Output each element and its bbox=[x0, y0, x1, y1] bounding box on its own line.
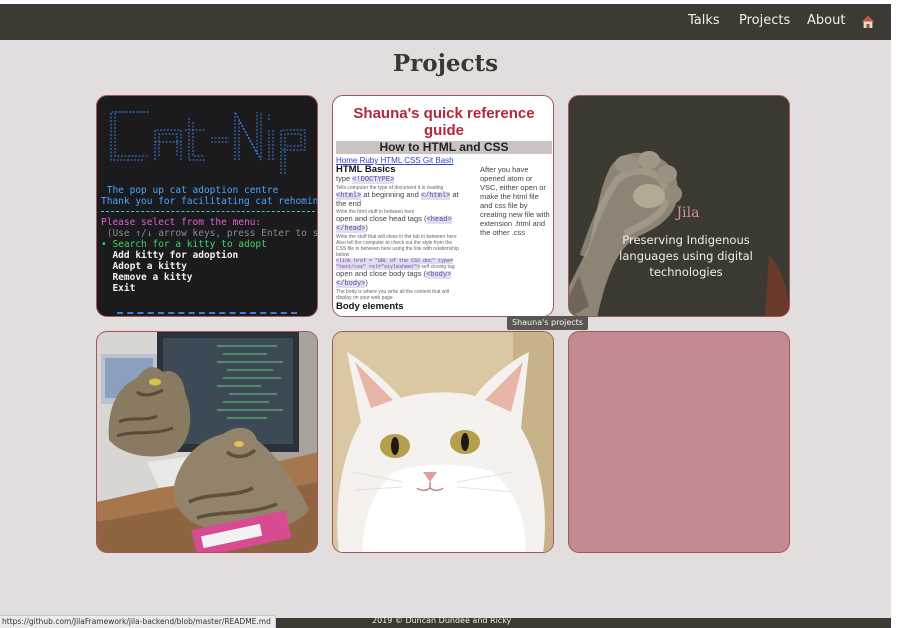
catnip-ascii-logo bbox=[110, 111, 306, 174]
reference-line: </head>) bbox=[336, 223, 368, 233]
catnip-hint: (Use ↑/↓ arrow keys, press Enter to sel bbox=[101, 228, 318, 239]
reference-line: type <!DOCTYPE> bbox=[336, 174, 395, 184]
reference-line: open and close body tags (<body> bbox=[336, 268, 452, 279]
white-cat-photo bbox=[333, 332, 553, 552]
footer-copyright: 2019 © Duncan Dundee and Ricky bbox=[372, 616, 512, 625]
project-card-white-cat[interactable] bbox=[332, 331, 554, 553]
reference-title: Shauna's quick reference guide bbox=[353, 105, 535, 139]
catnip-separator bbox=[101, 211, 315, 212]
reference-right-column: After you have opened atom or VSC, eithe… bbox=[480, 165, 550, 237]
catnip-subtitle: The pop up cat adoption centre bbox=[101, 185, 279, 196]
catnip-option: Adopt a kitty bbox=[101, 261, 187, 272]
catnip-option: Exit bbox=[101, 283, 136, 294]
reference-line: the end bbox=[336, 199, 362, 208]
project-card-jila[interactable]: Jila Preserving Indigenous languages usi… bbox=[568, 95, 790, 317]
project-card-catnip[interactable]: The pop up cat adoption centre Thank you… bbox=[96, 95, 318, 317]
home-icon[interactable] bbox=[861, 15, 875, 29]
jila-name: Jila bbox=[676, 205, 700, 221]
project-card-cats-desk[interactable] bbox=[96, 331, 318, 553]
reference-band-text: How to HTML and CSS bbox=[379, 140, 509, 154]
window-edge bbox=[891, 0, 898, 628]
navbar: Talks Projects About bbox=[0, 4, 891, 40]
nav-about-link[interactable]: About bbox=[807, 13, 845, 28]
reference-band: How to HTML and CSS bbox=[336, 141, 552, 154]
nav-talks-link[interactable]: Talks bbox=[688, 13, 720, 28]
catnip-ascii-bottom bbox=[117, 312, 297, 314]
catnip-option: Add kitty for adoption bbox=[101, 250, 239, 261]
nav-projects-link[interactable]: Projects bbox=[739, 13, 790, 28]
reference-heading-basics: HTML Basics bbox=[336, 164, 396, 175]
reference-line: open and close head tags (<head> bbox=[336, 213, 452, 224]
reference-note: Write the stuff that will show in the ta… bbox=[336, 233, 457, 240]
tooltip: Shauna's projects bbox=[507, 316, 588, 330]
page: Talks Projects About Projects The pop up… bbox=[0, 4, 891, 628]
tabby-cats-photo bbox=[97, 332, 317, 552]
project-card-placeholder[interactable] bbox=[568, 331, 790, 553]
reference-line: </body>) bbox=[336, 278, 368, 288]
reference-note: CSS file in between here using the link … bbox=[336, 245, 459, 252]
page-title: Projects bbox=[392, 50, 499, 77]
status-bar-url: https://github.com/JilaFramework/jila-ba… bbox=[0, 615, 276, 628]
reference-heading-elements: Body elements bbox=[336, 300, 404, 312]
catnip-option: Remove a kitty bbox=[101, 272, 193, 283]
jila-tagline: Preserving Indigenous languages using di… bbox=[619, 233, 753, 279]
reference-left-column: HTML Basics type <!DOCTYPE> Tells comput… bbox=[336, 164, 476, 312]
project-card-reference-guide[interactable]: Shauna's quick reference guide How to HT… bbox=[332, 95, 554, 317]
catnip-menu-prompt: Please select from the menu: bbox=[101, 217, 262, 228]
catnip-thanks: Thank you for facilitating cat rehoming! bbox=[101, 196, 318, 207]
catnip-option-selected: • Search for a kitty to adopt bbox=[101, 239, 267, 250]
